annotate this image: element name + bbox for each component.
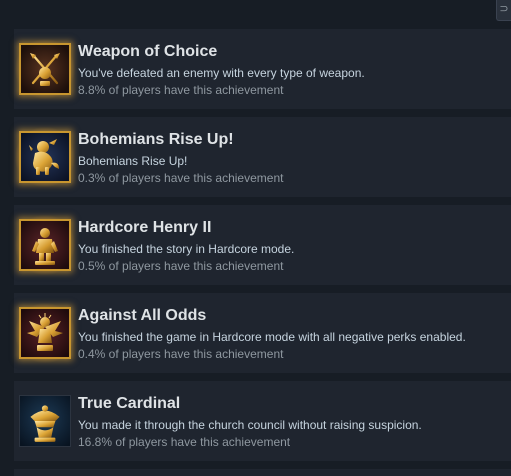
achievement-title: Bohemians Rise Up! xyxy=(78,131,234,148)
top-control-icon: ⊃ xyxy=(499,2,509,15)
winged-figure-icon xyxy=(19,307,71,359)
achievement-row-against-all-odds[interactable]: Against All Odds You finished the game i… xyxy=(14,293,511,373)
achievement-unlock-rate: 0.5% of players have this achievement xyxy=(78,259,284,273)
achievement-row-true-cardinal[interactable]: True Cardinal You made it through the ch… xyxy=(14,381,511,461)
achievement-row-hardcore-henry-ii[interactable]: Hardcore Henry II You finished the story… xyxy=(14,205,511,285)
achievement-list: Weapon of Choice You've defeated an enem… xyxy=(14,29,511,476)
achievement-title: Hardcore Henry II xyxy=(78,219,212,236)
achievement-row-bohemians-rise-up[interactable]: Bohemians Rise Up! Bohemians Rise Up! 0.… xyxy=(14,117,511,197)
achievement-unlock-rate: 8.8% of players have this achievement xyxy=(78,83,284,97)
achievement-title: Against All Odds xyxy=(78,307,207,324)
lion-icon xyxy=(19,131,71,183)
achievement-icon-frame xyxy=(19,395,71,447)
achievement-title: Weapon of Choice xyxy=(78,43,218,60)
achievement-icon-frame xyxy=(15,303,75,363)
achievement-description: You've defeated an enemy with every type… xyxy=(78,66,365,80)
achievements-page: ⊃ Weapon of Choice You've defeated an en… xyxy=(0,0,511,476)
achievement-icon-frame xyxy=(15,39,75,99)
achievement-description: Bohemians Rise Up! xyxy=(78,154,188,168)
achievement-description: You finished the story in Hardcore mode. xyxy=(78,242,295,256)
achievement-icon-frame xyxy=(15,127,75,187)
crossed-weapons-icon xyxy=(19,43,71,95)
achievement-unlock-rate: 16.8% of players have this achievement xyxy=(78,435,291,449)
achievement-unlock-rate: 0.4% of players have this achievement xyxy=(78,347,284,361)
achievement-description: You finished the game in Hardcore mode w… xyxy=(78,330,466,344)
achievement-unlock-rate: 0.3% of players have this achievement xyxy=(78,171,284,185)
achievement-icon-frame xyxy=(15,215,75,275)
achievement-row-weapon-of-choice[interactable]: Weapon of Choice You've defeated an enem… xyxy=(14,29,511,109)
achievement-row-partial[interactable] xyxy=(14,469,511,476)
knight-statue-icon xyxy=(19,219,71,271)
achievement-description: You made it through the church council w… xyxy=(78,418,422,432)
scroll-up-button[interactable]: ⊃ xyxy=(496,0,511,21)
achievement-title: True Cardinal xyxy=(78,395,181,412)
cardinal-hat-icon xyxy=(19,395,71,447)
